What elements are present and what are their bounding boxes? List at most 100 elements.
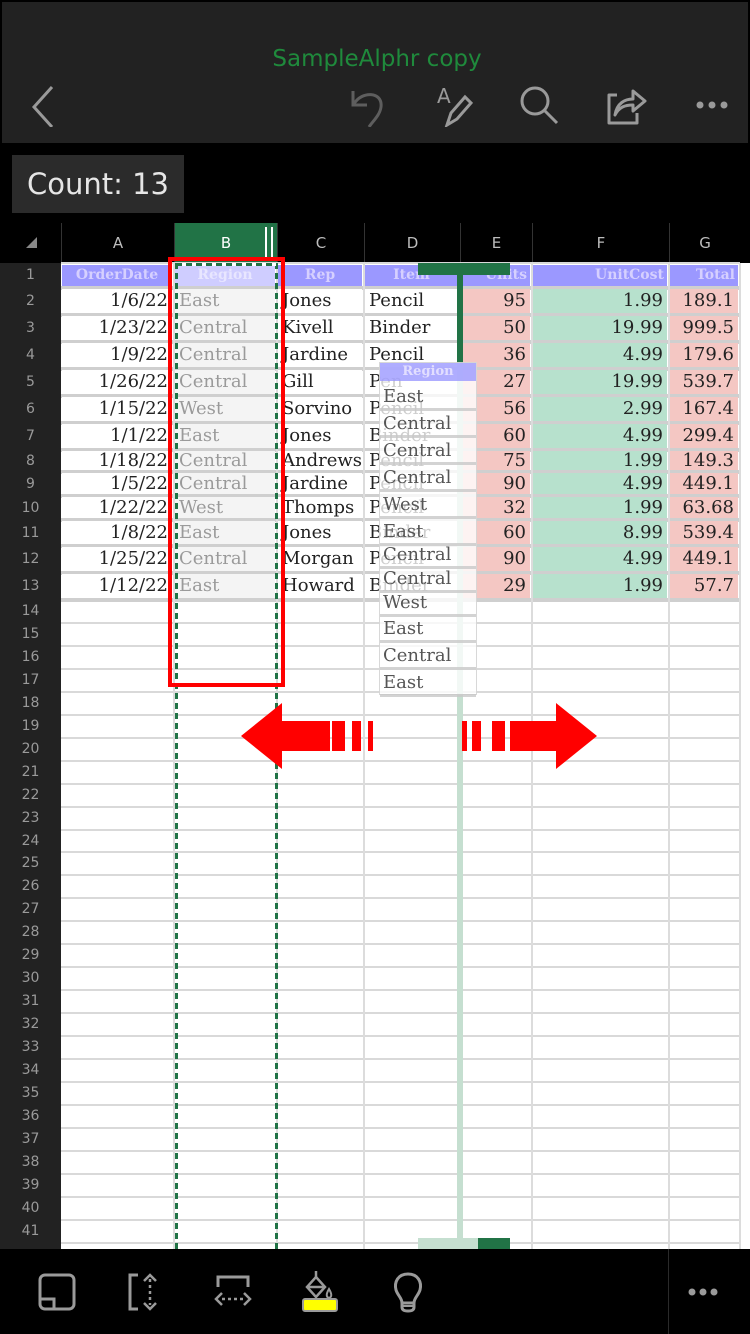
cell-a5[interactable]: 1/26/22 <box>62 370 172 394</box>
cell-a8[interactable]: 1/18/22 <box>62 451 172 470</box>
more-icon[interactable] <box>687 80 737 130</box>
cell-f9[interactable]: 4.99 <box>533 473 667 494</box>
cell-f5[interactable]: 19.99 <box>533 370 667 394</box>
more-icon[interactable] <box>678 1267 728 1317</box>
row-header-39[interactable]: 39 <box>0 1174 61 1197</box>
dragged-column-preview[interactable]: Region East Central Central Central West East C… <box>379 362 477 697</box>
cell-c10[interactable]: Thomps <box>278 497 362 518</box>
row-header-21[interactable]: 21 <box>0 761 61 784</box>
cell-g3[interactable]: 999.5 <box>670 316 738 340</box>
back-icon[interactable] <box>19 80 69 130</box>
cell-d3[interactable]: Binder <box>365 316 458 340</box>
row-header-32[interactable]: 32 <box>0 1013 61 1036</box>
row-header-34[interactable]: 34 <box>0 1059 61 1082</box>
search-icon[interactable] <box>514 80 564 130</box>
row-header-9[interactable]: 9 <box>0 472 61 496</box>
row-header-36[interactable]: 36 <box>0 1105 61 1128</box>
row-header-19[interactable]: 19 <box>0 715 61 738</box>
column-header-c[interactable]: C <box>277 223 364 263</box>
cell-f7[interactable]: 4.99 <box>533 424 667 448</box>
column-header-e[interactable]: E <box>460 223 532 263</box>
cell-a10[interactable]: 1/22/22 <box>62 497 172 518</box>
row-header-24[interactable]: 24 <box>0 830 61 853</box>
row-header-12[interactable]: 12 <box>0 546 61 573</box>
cell-g13[interactable]: 57.7 <box>670 574 738 598</box>
cell-a9[interactable]: 1/5/22 <box>62 473 172 494</box>
row-header-5[interactable]: 5 <box>0 369 61 396</box>
cell-a13[interactable]: 1/12/22 <box>62 574 172 598</box>
cell-c9[interactable]: Jardine <box>278 473 362 494</box>
row-header-4[interactable]: 4 <box>0 342 61 369</box>
column-header-g[interactable]: G <box>669 223 740 263</box>
row-header-10[interactable]: 10 <box>0 496 61 520</box>
row-header-25[interactable]: 25 <box>0 852 61 875</box>
cell-c3[interactable]: Kivell <box>278 316 362 340</box>
cell-f3[interactable]: 19.99 <box>533 316 667 340</box>
row-header-14[interactable]: 14 <box>0 600 61 623</box>
cell-f10[interactable]: 1.99 <box>533 497 667 518</box>
row-header-15[interactable]: 15 <box>0 623 61 646</box>
cell-g6[interactable]: 167.4 <box>670 397 738 421</box>
row-header-22[interactable]: 22 <box>0 784 61 807</box>
cell-f11[interactable]: 8.99 <box>533 521 667 544</box>
spreadsheet-grid[interactable]: ABCDEFG 1 2 3 4 5 6 7 8 9 10 11 12 13 14 15 16 17 18 19 20 2… <box>0 223 750 1249</box>
draw-icon[interactable]: A <box>430 80 480 130</box>
row-header-20[interactable]: 20 <box>0 738 61 761</box>
row-header-1[interactable]: 1 <box>0 263 61 288</box>
row-header-28[interactable]: 28 <box>0 921 61 944</box>
row-header-41[interactable]: 41 <box>0 1220 61 1243</box>
row-header-37[interactable]: 37 <box>0 1128 61 1151</box>
cell-c5[interactable]: Gill <box>278 370 362 394</box>
header-cell-rep[interactable]: Rep <box>278 265 362 286</box>
fill-color-icon[interactable] <box>295 1267 345 1317</box>
cell-c6[interactable]: Sorvino <box>278 397 362 421</box>
cell-c12[interactable]: Morgan <box>278 547 362 571</box>
cell-a7[interactable]: 1/1/22 <box>62 424 172 448</box>
cell-g2[interactable]: 189.1 <box>670 289 738 313</box>
cell-f2[interactable]: 1.99 <box>533 289 667 313</box>
cell-c11[interactable]: Jones <box>278 521 362 544</box>
undo-icon[interactable] <box>342 80 392 130</box>
cell-g5[interactable]: 539.7 <box>670 370 738 394</box>
row-header-30[interactable]: 30 <box>0 967 61 990</box>
cell-a4[interactable]: 1/9/22 <box>62 343 172 367</box>
row-header-8[interactable]: 8 <box>0 450 61 472</box>
cell-d2[interactable]: Pencil <box>365 289 458 313</box>
row-header-2[interactable]: 2 <box>0 288 61 315</box>
row-header-27[interactable]: 27 <box>0 898 61 921</box>
header-cell-unitcost[interactable]: UnitCost <box>533 265 667 286</box>
cell-e3[interactable]: 50 <box>461 316 530 340</box>
cell-c2[interactable]: Jones <box>278 289 362 313</box>
cell-g7[interactable]: 299.4 <box>670 424 738 448</box>
lightbulb-icon[interactable] <box>383 1267 433 1317</box>
row-resize-icon[interactable] <box>120 1267 170 1317</box>
cell-a6[interactable]: 1/15/22 <box>62 397 172 421</box>
row-header-35[interactable]: 35 <box>0 1082 61 1105</box>
row-header-16[interactable]: 16 <box>0 646 61 669</box>
row-header-13[interactable]: 13 <box>0 573 61 600</box>
row-header-18[interactable]: 18 <box>0 692 61 715</box>
cell-c4[interactable]: Jardine <box>278 343 362 367</box>
row-header-3[interactable]: 3 <box>0 315 61 342</box>
cell-c7[interactable]: Jones <box>278 424 362 448</box>
cell-f4[interactable]: 4.99 <box>533 343 667 367</box>
row-header-11[interactable]: 11 <box>0 520 61 546</box>
cell-a2[interactable]: 1/6/22 <box>62 289 172 313</box>
cell-g11[interactable]: 539.4 <box>670 521 738 544</box>
column-resize-handle[interactable] <box>265 227 273 259</box>
cell-f8[interactable]: 1.99 <box>533 451 667 470</box>
row-header-40[interactable]: 40 <box>0 1197 61 1220</box>
column-header-f[interactable]: F <box>532 223 669 263</box>
select-all-corner[interactable] <box>0 223 60 263</box>
row-header-23[interactable]: 23 <box>0 807 61 830</box>
column-header-d[interactable]: D <box>364 223 460 263</box>
row-header-31[interactable]: 31 <box>0 990 61 1013</box>
cell-c13[interactable]: Howard <box>278 574 362 598</box>
cell-f6[interactable]: 2.99 <box>533 397 667 421</box>
share-icon[interactable] <box>600 80 650 130</box>
cell-f12[interactable]: 4.99 <box>533 547 667 571</box>
row-header-29[interactable]: 29 <box>0 944 61 967</box>
row-header-33[interactable]: 33 <box>0 1036 61 1059</box>
cell-a11[interactable]: 1/8/22 <box>62 521 172 544</box>
cell-g8[interactable]: 149.3 <box>670 451 738 470</box>
